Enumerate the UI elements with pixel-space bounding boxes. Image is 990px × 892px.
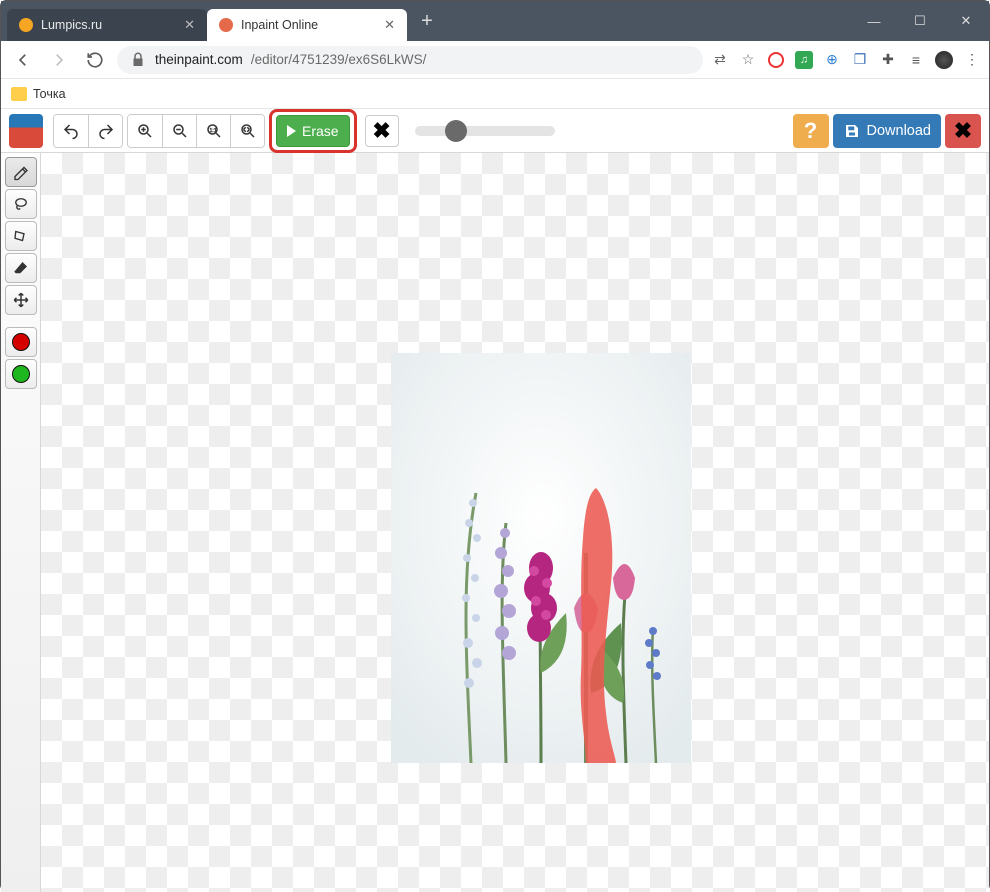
url-field[interactable]: theinpaint.com/editor/4751239/ex6S6LkWS/ xyxy=(117,46,703,74)
zoom-out-button[interactable] xyxy=(162,115,196,147)
minimize-button[interactable]: — xyxy=(851,1,897,41)
url-path: /editor/4751239/ex6S6LkWS/ xyxy=(251,52,427,67)
playlist-ext-icon[interactable]: ≡ xyxy=(907,51,925,69)
folder-icon xyxy=(11,87,27,101)
play-icon xyxy=(287,125,296,137)
brush-size-slider[interactable] xyxy=(415,126,555,136)
window-controls: — ☐ ✕ xyxy=(851,1,989,41)
tab-title: Inpaint Online xyxy=(241,18,318,32)
app-toolbar: 1:1 Erase ✖ ? Download ✖ xyxy=(1,109,989,153)
globe-ext-icon[interactable]: ⊕ xyxy=(823,51,841,69)
maximize-button[interactable]: ☐ xyxy=(897,1,943,41)
erase-label: Erase xyxy=(302,123,339,139)
url-host: theinpaint.com xyxy=(155,52,243,67)
tool-sidebar xyxy=(1,153,41,892)
polygon-tool[interactable] xyxy=(5,221,37,251)
edited-image[interactable] xyxy=(391,353,691,763)
canvas-area[interactable] xyxy=(41,153,989,892)
zoom-fit-button[interactable] xyxy=(230,115,264,147)
puzzle-ext-icon[interactable]: ✚ xyxy=(879,51,897,69)
translate-icon[interactable]: ⇄ xyxy=(711,51,729,69)
erase-button[interactable]: Erase xyxy=(276,115,350,147)
close-app-button[interactable]: ✖ xyxy=(945,114,981,148)
address-bar: theinpaint.com/editor/4751239/ex6S6LkWS/… xyxy=(1,41,989,79)
app-logo-icon xyxy=(9,114,43,148)
zoom-in-button[interactable] xyxy=(128,115,162,147)
workspace xyxy=(1,153,989,892)
back-button[interactable] xyxy=(9,46,37,74)
download-button[interactable]: Download xyxy=(833,114,942,148)
menu-icon[interactable]: ⋮ xyxy=(963,51,981,69)
star-icon[interactable]: ☆ xyxy=(739,51,757,69)
forward-button[interactable] xyxy=(45,46,73,74)
opera-ext-icon[interactable] xyxy=(767,51,785,69)
close-tab-icon[interactable]: ✕ xyxy=(384,17,395,33)
erase-highlight: Erase xyxy=(269,109,357,153)
reload-button[interactable] xyxy=(81,46,109,74)
undo-button[interactable] xyxy=(54,115,88,147)
lock-icon xyxy=(129,51,147,69)
new-tab-button[interactable]: + xyxy=(413,7,441,35)
lasso-tool[interactable] xyxy=(5,189,37,219)
cancel-button[interactable]: ✖ xyxy=(365,115,399,147)
redo-button[interactable] xyxy=(88,115,122,147)
close-tab-icon[interactable]: ✕ xyxy=(184,17,195,33)
avatar-icon[interactable] xyxy=(935,51,953,69)
eraser-tool[interactable] xyxy=(5,253,37,283)
bookmark-item[interactable]: Точка xyxy=(33,87,66,101)
help-button[interactable]: ? xyxy=(793,114,829,148)
save-icon xyxy=(843,122,861,140)
tab-inpaint[interactable]: Inpaint Online ✕ xyxy=(207,9,407,41)
marker-tool[interactable] xyxy=(5,157,37,187)
cube-ext-icon[interactable]: ❒ xyxy=(851,51,869,69)
slider-thumb[interactable] xyxy=(445,120,467,142)
extensions-row: ⇄ ☆ ♫ ⊕ ❒ ✚ ≡ ⋮ xyxy=(711,51,981,69)
svg-text:1:1: 1:1 xyxy=(209,127,216,133)
tab-title: Lumpics.ru xyxy=(41,18,102,32)
tab-lumpics[interactable]: Lumpics.ru ✕ xyxy=(7,9,207,41)
favicon-inpaint-icon xyxy=(219,18,233,32)
mask-red-color[interactable] xyxy=(5,327,37,357)
download-label: Download xyxy=(867,123,932,139)
bookmarks-bar: Точка xyxy=(1,79,989,109)
favicon-lumpics-icon xyxy=(19,18,33,32)
close-window-button[interactable]: ✕ xyxy=(943,1,989,41)
music-ext-icon[interactable]: ♫ xyxy=(795,51,813,69)
window-titlebar: Lumpics.ru ✕ Inpaint Online ✕ + — ☐ ✕ xyxy=(1,1,989,41)
mask-green-color[interactable] xyxy=(5,359,37,389)
zoom-1to1-button[interactable]: 1:1 xyxy=(196,115,230,147)
move-tool[interactable] xyxy=(5,285,37,315)
